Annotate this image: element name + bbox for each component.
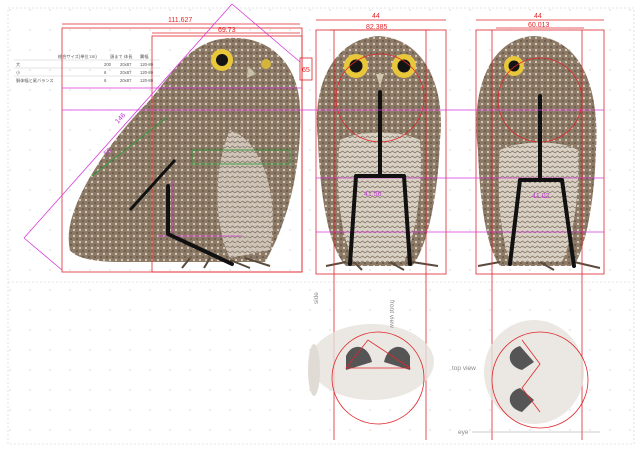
front-width-label: 44	[372, 13, 380, 20]
eye-label: eye	[458, 429, 469, 436]
owl-side-pupil	[216, 54, 228, 66]
side-label: side	[313, 292, 320, 304]
table-cell: 20x87	[120, 62, 132, 67]
table-cell: 大	[16, 61, 20, 68]
front-body-width-label: 82.385	[366, 24, 388, 31]
side-head-width-label: 69.73	[218, 27, 236, 34]
table-cell: 翼幅	[140, 53, 148, 60]
side-total-width-label: 111.627	[168, 17, 192, 24]
top-view-label: top view	[452, 365, 476, 372]
side-small-label: 65	[302, 67, 310, 74]
table-cell: 体長	[124, 53, 133, 60]
back-body-width-label: 60.013	[528, 22, 550, 29]
table-cell: 胴体幅と尾バランス	[16, 77, 54, 84]
front-hip-label: 41.56	[364, 191, 382, 198]
table-cell: 総合サイズ(単位:cm)	[58, 53, 97, 60]
table-cell: 200	[104, 62, 112, 67]
table-cell: 20x87	[120, 70, 132, 75]
back-width-label: 44	[534, 13, 542, 20]
table-cell: 20x87	[120, 78, 132, 83]
back-hip-label: 41.02	[532, 193, 550, 200]
partial-sketch-left	[308, 344, 320, 396]
front-view-label: front view	[388, 300, 395, 328]
owl-side-far-eye	[261, 59, 271, 69]
owl-reference-sheet: 総合サイズ(単位:cm) 頭まで 体長 翼幅 大 200 20x87 120-8…	[0, 0, 640, 452]
